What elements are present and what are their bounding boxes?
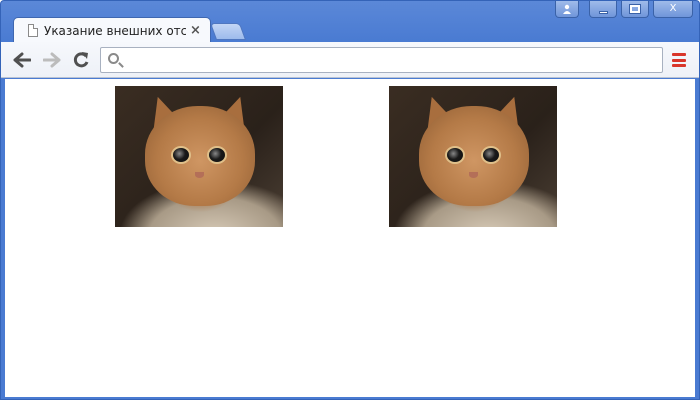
- maximize-button[interactable]: [621, 1, 649, 18]
- tab-title: Указание внешних отступов: [44, 23, 186, 38]
- minimize-button[interactable]: [589, 1, 617, 18]
- browser-window: X Указание внешних отступов ×: [0, 0, 700, 400]
- new-tab-button[interactable]: [209, 23, 247, 40]
- back-button[interactable]: [11, 49, 33, 71]
- maximize-icon: [629, 4, 641, 14]
- user-icon[interactable]: [555, 1, 579, 18]
- tab-close-icon[interactable]: ×: [190, 24, 201, 37]
- hamburger-menu-icon: [672, 53, 686, 56]
- arrow-right-icon: [43, 52, 61, 68]
- close-icon: X: [669, 3, 677, 14]
- address-input[interactable]: [127, 50, 657, 70]
- reload-button[interactable]: [70, 49, 92, 71]
- cat-image: [115, 86, 283, 227]
- page-icon: [28, 24, 38, 37]
- close-window-button[interactable]: X: [653, 1, 693, 18]
- reload-icon: [73, 52, 89, 68]
- tab-active[interactable]: Указание внешних отступов ×: [13, 17, 211, 43]
- minimize-icon: [598, 10, 608, 14]
- window-controls: X: [555, 1, 693, 18]
- cat-image: [389, 86, 557, 227]
- toolbar: [1, 42, 699, 78]
- page-content: [1, 79, 699, 397]
- search-icon: [108, 53, 119, 64]
- forward-button[interactable]: [41, 49, 63, 71]
- menu-button[interactable]: [672, 53, 686, 67]
- arrow-left-icon: [13, 52, 31, 68]
- omnibox[interactable]: [100, 47, 663, 73]
